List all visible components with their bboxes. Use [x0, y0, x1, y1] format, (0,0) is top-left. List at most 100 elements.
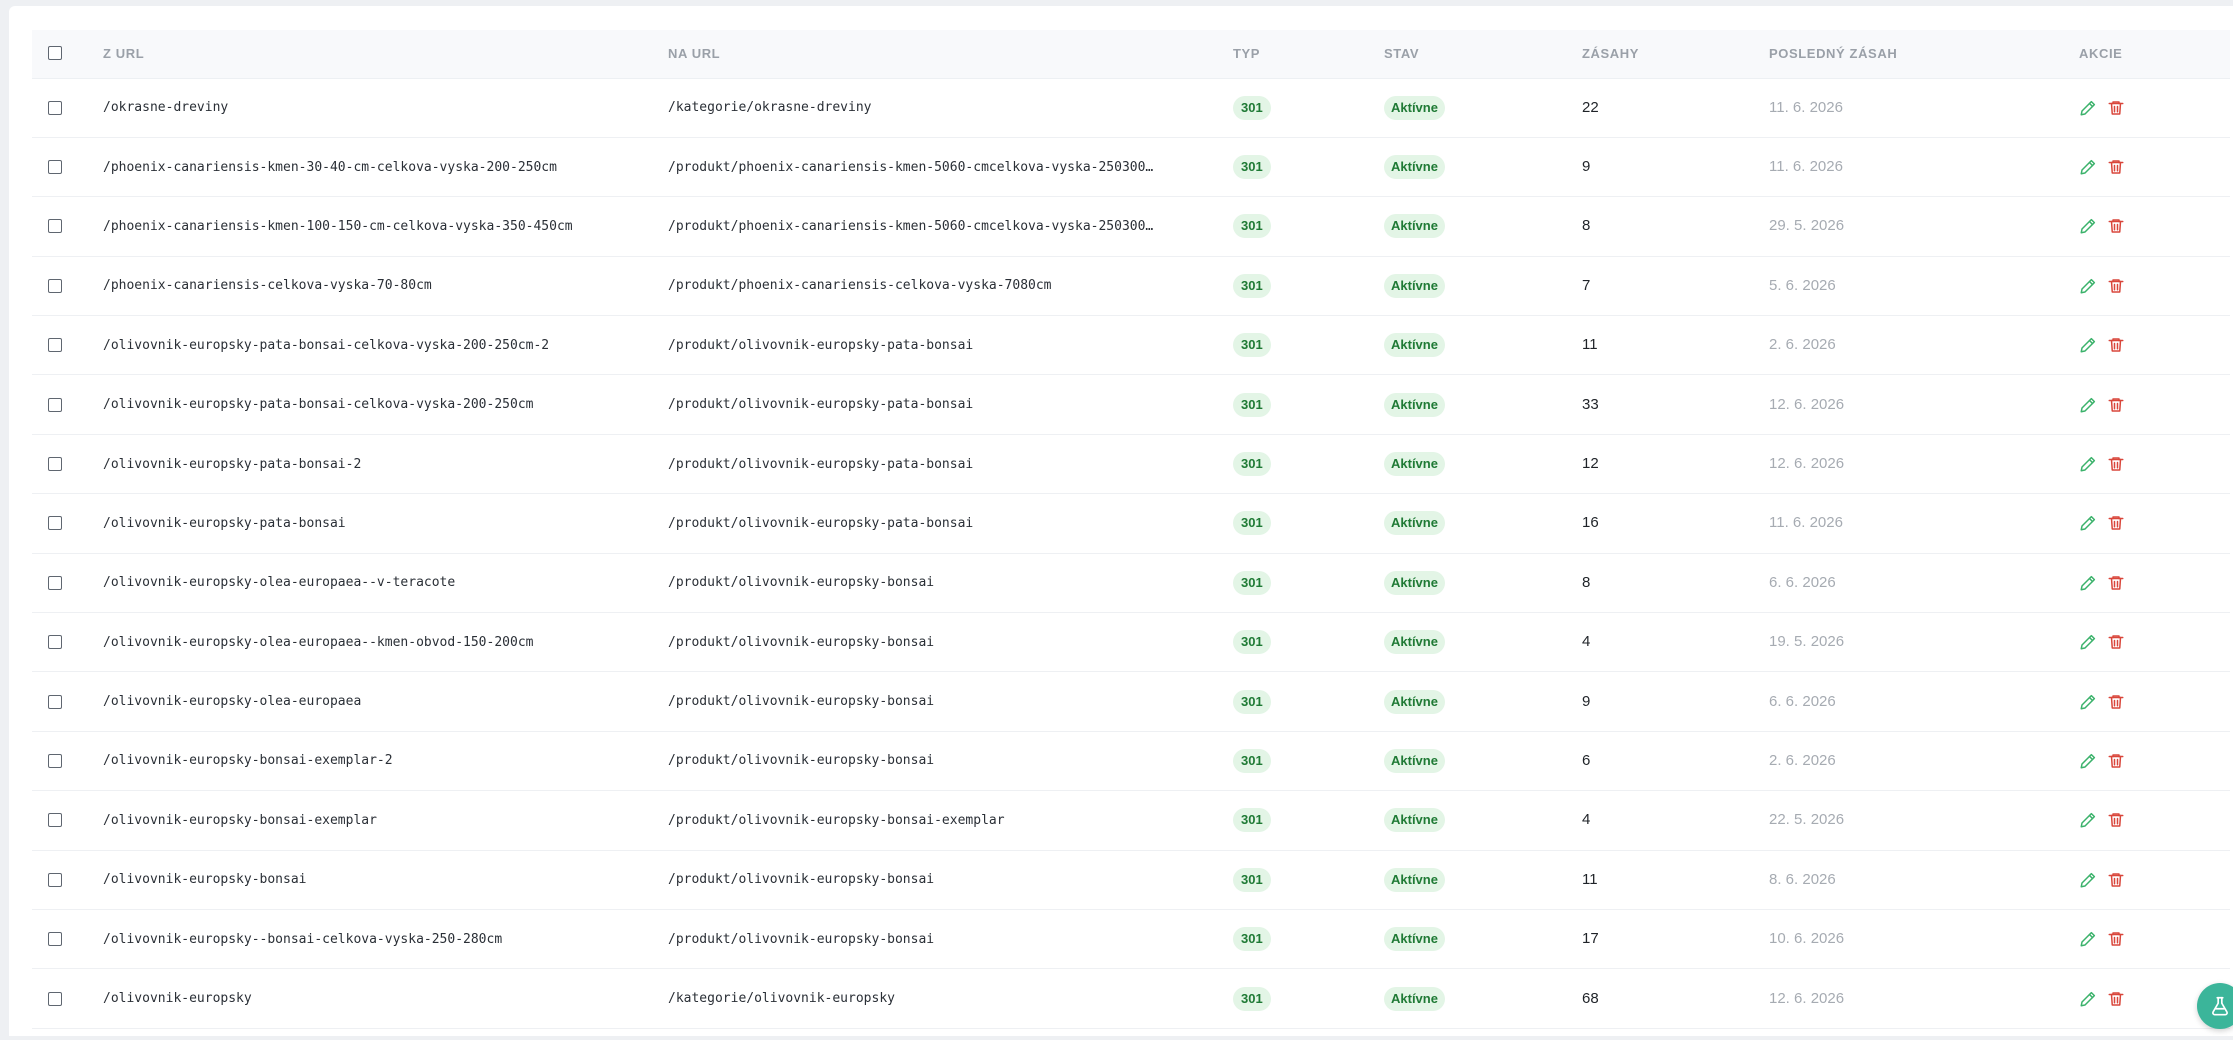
- delete-button[interactable]: [2107, 990, 2125, 1008]
- from-url: /olivovnik-europsky-pata-bonsai: [103, 515, 346, 531]
- row-checkbox[interactable]: [48, 397, 62, 412]
- pencil-icon: [2079, 574, 2097, 592]
- row-checkbox[interactable]: [48, 457, 62, 472]
- edit-button[interactable]: [2079, 633, 2097, 651]
- edit-button[interactable]: [2079, 277, 2097, 295]
- edit-button[interactable]: [2079, 99, 2097, 117]
- hits-cell: 33: [1582, 374, 1769, 435]
- to-url: /produkt/olivovnik-europsky-pata-bonsai: [668, 456, 974, 472]
- delete-button[interactable]: [2107, 693, 2125, 711]
- actions-cell: [2079, 137, 2230, 198]
- header-to-url[interactable]: NA URL: [668, 30, 1233, 79]
- header-hits[interactable]: ZÁSAHY: [1582, 30, 1769, 79]
- row-actions: [2079, 514, 2230, 532]
- edit-button[interactable]: [2079, 217, 2097, 235]
- edit-button[interactable]: [2079, 752, 2097, 770]
- table-row: /olivovnik-europsky/kategorie/olivovnik-…: [32, 968, 2230, 1029]
- row-select-cell: [32, 315, 103, 376]
- delete-button[interactable]: [2107, 455, 2125, 473]
- trash-icon: [2107, 396, 2125, 414]
- delete-button[interactable]: [2107, 811, 2125, 829]
- from-url: /olivovnik-europsky-olea-europaea--kmen-…: [103, 634, 534, 650]
- header-last-hit[interactable]: POSLEDNÝ ZÁSAH: [1769, 30, 2079, 79]
- row-actions: [2079, 277, 2230, 295]
- delete-button[interactable]: [2107, 99, 2125, 117]
- delete-button[interactable]: [2107, 752, 2125, 770]
- type-cell: 301: [1233, 553, 1384, 614]
- type-badge: 301: [1233, 630, 1271, 655]
- row-checkbox[interactable]: [48, 338, 62, 353]
- header-status[interactable]: STAV: [1384, 30, 1582, 79]
- row-checkbox[interactable]: [48, 575, 62, 590]
- status-cell: Aktívne: [1384, 790, 1582, 851]
- pencil-icon: [2079, 217, 2097, 235]
- to-url-cell: /produkt/phoenix-canariensis-kmen-5060-c…: [668, 137, 1233, 198]
- edit-button[interactable]: [2079, 811, 2097, 829]
- edit-button[interactable]: [2079, 158, 2097, 176]
- delete-button[interactable]: [2107, 633, 2125, 651]
- trash-icon: [2107, 930, 2125, 948]
- delete-button[interactable]: [2107, 336, 2125, 354]
- table-row: /olivovnik-europsky-pata-bonsai-celkova-…: [32, 374, 2230, 435]
- pencil-icon: [2079, 811, 2097, 829]
- delete-button[interactable]: [2107, 930, 2125, 948]
- hits-cell: 16: [1582, 493, 1769, 554]
- header-type[interactable]: TYP: [1233, 30, 1384, 79]
- last-hit-cell: 2. 6. 2026: [1769, 731, 2079, 792]
- delete-button[interactable]: [2107, 871, 2125, 889]
- row-checkbox[interactable]: [48, 635, 62, 650]
- row-select-cell: [32, 612, 103, 673]
- delete-button[interactable]: [2107, 574, 2125, 592]
- from-url: /olivovnik-europsky-pata-bonsai-2: [103, 456, 362, 472]
- edit-button[interactable]: [2079, 396, 2097, 414]
- row-select-cell: [32, 909, 103, 970]
- actions-cell: [2079, 256, 2230, 317]
- row-checkbox[interactable]: [48, 813, 62, 828]
- edit-button[interactable]: [2079, 574, 2097, 592]
- edit-button[interactable]: [2079, 336, 2097, 354]
- table-row: /olivovnik-europsky-bonsai-exemplar/prod…: [32, 790, 2230, 851]
- header-from-url[interactable]: Z URL: [103, 30, 668, 79]
- to-url-cell: /produkt/olivovnik-europsky-bonsai-exemp…: [668, 790, 1233, 851]
- delete-button[interactable]: [2107, 158, 2125, 176]
- row-checkbox[interactable]: [48, 160, 62, 175]
- select-all-checkbox[interactable]: [48, 45, 62, 60]
- hits-count: 4: [1582, 633, 1591, 651]
- edit-button[interactable]: [2079, 871, 2097, 889]
- row-actions: [2079, 811, 2230, 829]
- to-url: /produkt/olivovnik-europsky-bonsai-exemp…: [668, 812, 1005, 828]
- delete-button[interactable]: [2107, 277, 2125, 295]
- to-url: /produkt/olivovnik-europsky-pata-bonsai: [668, 397, 974, 413]
- from-url-cell: /olivovnik-europsky-pata-bonsai: [103, 493, 668, 554]
- row-checkbox[interactable]: [48, 100, 62, 115]
- delete-button[interactable]: [2107, 396, 2125, 414]
- status-cell: Aktívne: [1384, 731, 1582, 792]
- type-cell: 301: [1233, 612, 1384, 673]
- row-checkbox[interactable]: [48, 516, 62, 531]
- edit-button[interactable]: [2079, 990, 2097, 1008]
- delete-button[interactable]: [2107, 217, 2125, 235]
- row-checkbox[interactable]: [48, 694, 62, 709]
- row-checkbox[interactable]: [48, 872, 62, 887]
- row-checkbox[interactable]: [48, 278, 62, 293]
- trash-icon: [2107, 158, 2125, 176]
- from-url: /olivovnik-europsky--bonsai-celkova-vysk…: [103, 931, 503, 947]
- delete-button[interactable]: [2107, 514, 2125, 532]
- edit-button[interactable]: [2079, 455, 2097, 473]
- row-checkbox[interactable]: [48, 219, 62, 234]
- table-row: /olivovnik-europsky-bonsai/produkt/olivo…: [32, 850, 2230, 910]
- row-checkbox[interactable]: [48, 753, 62, 768]
- edit-button[interactable]: [2079, 693, 2097, 711]
- row-checkbox[interactable]: [48, 932, 62, 947]
- type-badge: 301: [1233, 333, 1271, 358]
- to-url: /produkt/olivovnik-europsky-bonsai: [668, 575, 935, 591]
- type-cell: 301: [1233, 671, 1384, 732]
- trash-icon: [2107, 693, 2125, 711]
- type-badge: 301: [1233, 95, 1271, 120]
- from-url-cell: /phoenix-canariensis-kmen-100-150-cm-cel…: [103, 196, 668, 257]
- row-checkbox[interactable]: [48, 991, 62, 1006]
- edit-button[interactable]: [2079, 930, 2097, 948]
- last-hit-cell: 10. 6. 2026: [1769, 909, 2079, 970]
- edit-button[interactable]: [2079, 514, 2097, 532]
- hits-cell: 7: [1582, 256, 1769, 317]
